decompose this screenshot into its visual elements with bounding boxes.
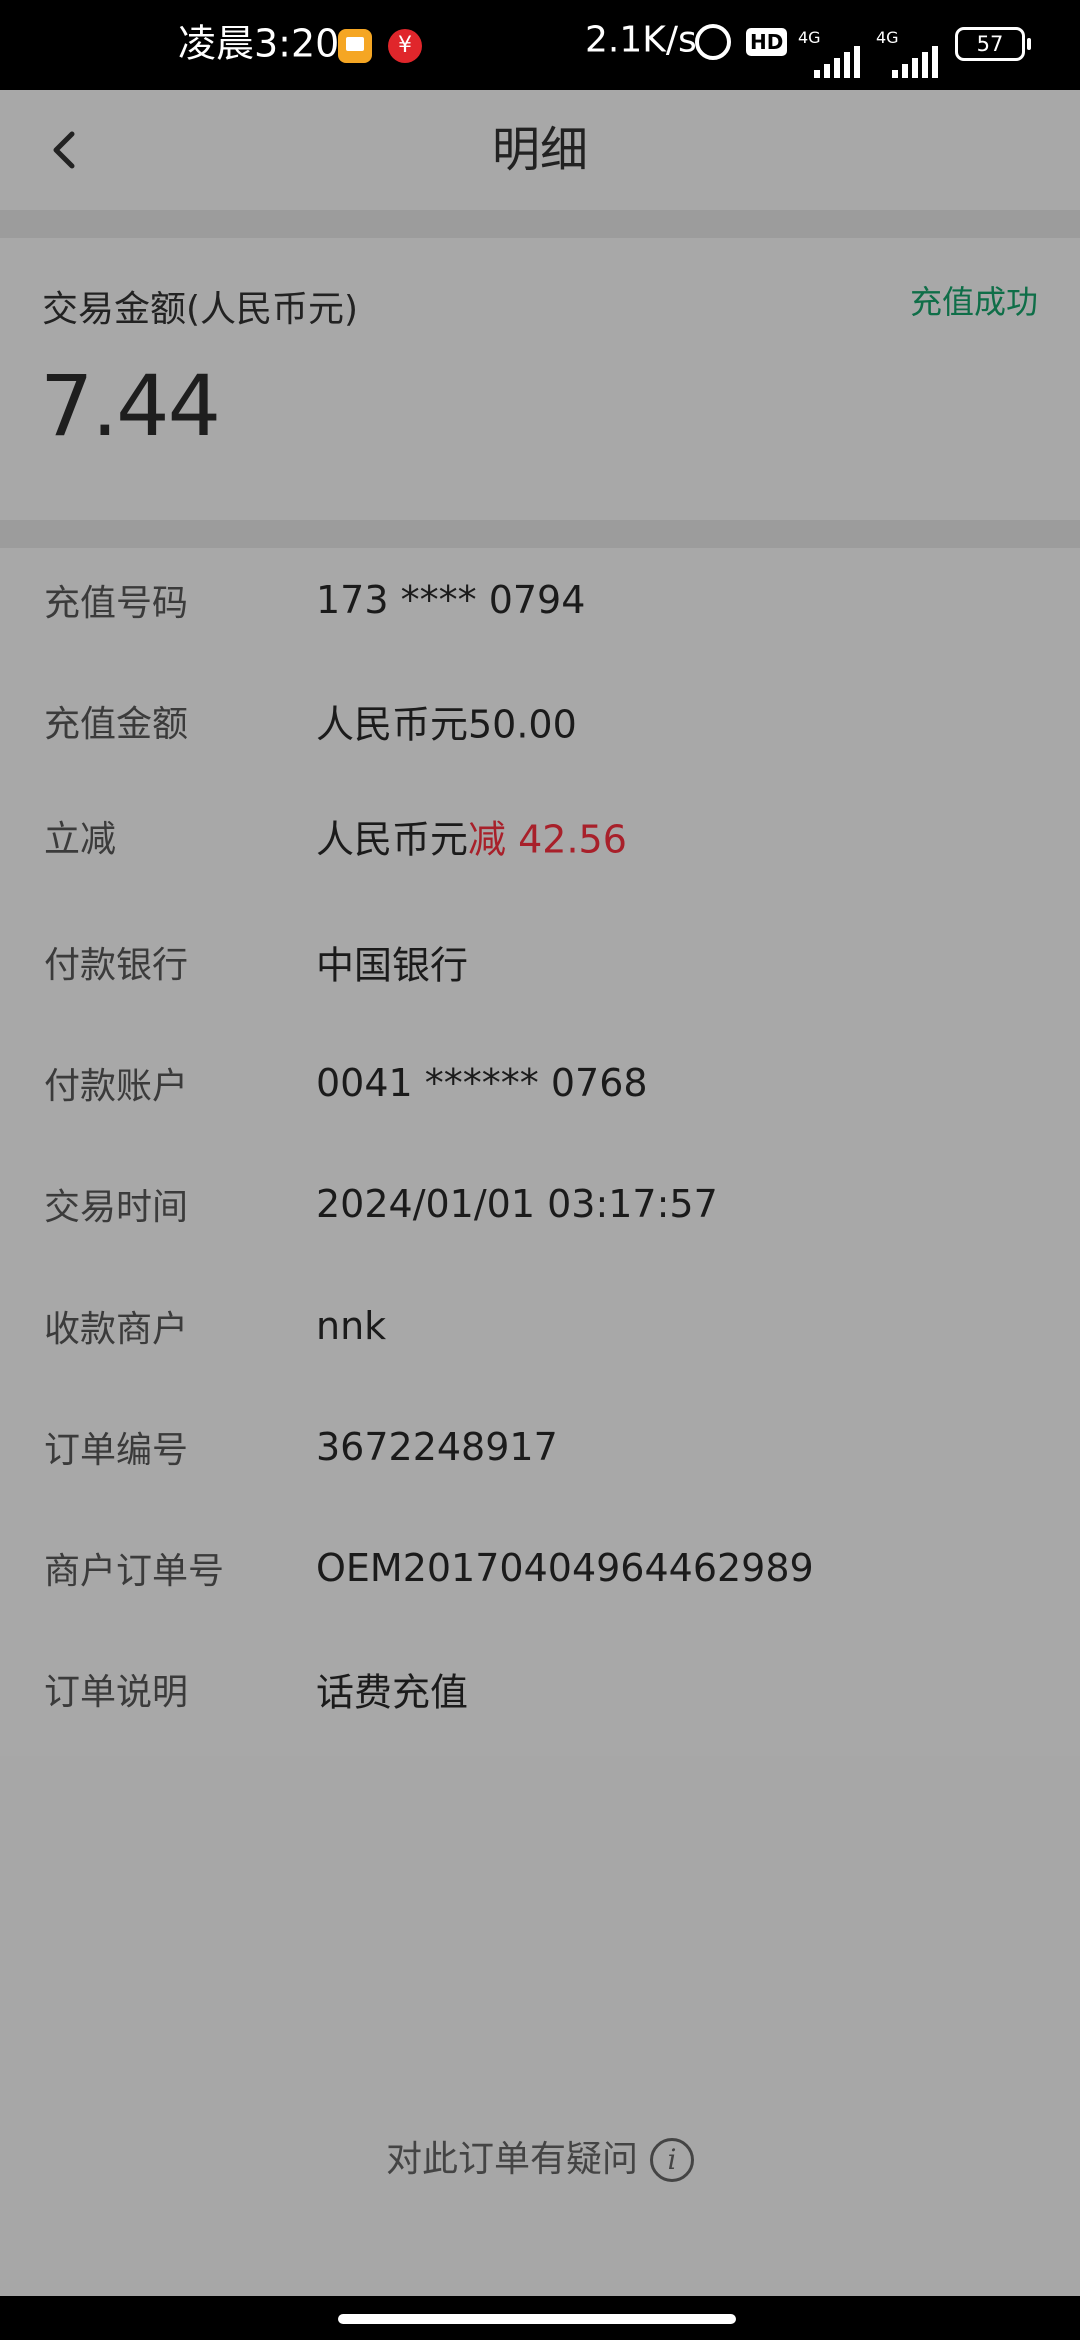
detail-label: 商户订单号 — [44, 1551, 225, 1592]
page-title: 明细 — [491, 122, 588, 178]
detail-row-transaction-time: 交易时间 2024/01/01 03:17:57 — [0, 1164, 1080, 1244]
detail-value: 人民币元减 42.56 — [316, 809, 627, 864]
detail-label: 订单说明 — [44, 1672, 189, 1713]
hd-volte-icon: HD — [746, 28, 788, 56]
digital-yuan-icon — [388, 29, 422, 63]
detail-value: 中国银行 — [316, 943, 469, 988]
detail-label: 立减 — [44, 819, 117, 860]
order-question-link[interactable]: 对此订单有疑问 i — [0, 2120, 1080, 2200]
sim2-network-type: 4G — [876, 28, 899, 47]
detail-label: 付款账户 — [44, 1066, 189, 1107]
amount-summary-card: 交易金额(人民币元) 充值成功 7.44 — [0, 238, 1080, 520]
detail-label: 订单编号 — [44, 1430, 189, 1471]
chevron-left-icon — [53, 131, 75, 169]
amount-label: 交易金额(人民币元) — [42, 289, 359, 330]
system-navigation-bar — [0, 2296, 1080, 2340]
home-indicator[interactable] — [338, 2314, 736, 2324]
top-app-bar: 明细 — [0, 90, 1080, 210]
order-question-label: 对此订单有疑问 — [385, 2139, 638, 2180]
divider — [0, 210, 1080, 238]
detail-value: nnk — [316, 1304, 387, 1348]
discount-currency: 人民币元 — [316, 817, 469, 862]
detail-row-payment-bank: 付款银行 中国银行 — [0, 922, 1080, 1002]
detail-value: OEM20170404964462989 — [316, 1546, 814, 1590]
sim1-network-type: 4G — [798, 28, 821, 47]
detail-row-order-number: 订单编号 3672248917 — [0, 1407, 1080, 1487]
detail-label: 充值号码 — [44, 583, 189, 624]
detail-row-merchant: 收款商户 nnk — [0, 1286, 1080, 1366]
detail-value: 人民币元50.00 — [316, 702, 577, 747]
detail-row-discount: 立减 人民币元减 42.56 — [0, 796, 1080, 876]
notification-app-icon — [338, 29, 372, 63]
back-button[interactable] — [36, 120, 96, 180]
battery-icon: 57 — [955, 27, 1031, 61]
alarm-icon — [695, 24, 731, 60]
divider — [0, 520, 1080, 548]
detail-row-merchant-order-number: 商户订单号 OEM20170404964462989 — [0, 1528, 1080, 1608]
status-time: 凌晨3:20 — [178, 21, 340, 66]
detail-row-phone-number: 充值号码 173 **** 0794 — [0, 560, 1080, 640]
detail-row-recharge-amount: 充值金额 人民币元50.00 — [0, 681, 1080, 761]
detail-value: 2024/01/01 03:17:57 — [316, 1182, 718, 1226]
detail-list: 充值号码 173 **** 0794 充值金额 人民币元50.00 立减 人民币… — [0, 548, 1080, 1756]
detail-label: 充值金额 — [44, 704, 189, 745]
detail-label: 付款银行 — [44, 945, 189, 986]
detail-label: 交易时间 — [44, 1187, 189, 1228]
detail-row-order-description: 订单说明 话费充值 — [0, 1649, 1080, 1729]
detail-row-payment-account: 付款账户 0041 ****** 0768 — [0, 1043, 1080, 1123]
transaction-amount: 7.44 — [40, 357, 221, 455]
detail-label: 收款商户 — [44, 1309, 189, 1350]
detail-value: 0041 ****** 0768 — [316, 1061, 648, 1105]
detail-value: 173 **** 0794 — [316, 578, 586, 622]
detail-value: 话费充值 — [316, 1670, 469, 1715]
discount-amount: 减 42.56 — [468, 817, 627, 862]
info-icon: i — [650, 2138, 694, 2182]
network-speed: 2.1K/s — [585, 19, 697, 61]
status-bar: 凌晨3:20 2.1K/s HD 4G 4G 57 — [0, 0, 1080, 90]
detail-value: 3672248917 — [316, 1425, 558, 1469]
status-badge: 充值成功 — [909, 283, 1038, 321]
